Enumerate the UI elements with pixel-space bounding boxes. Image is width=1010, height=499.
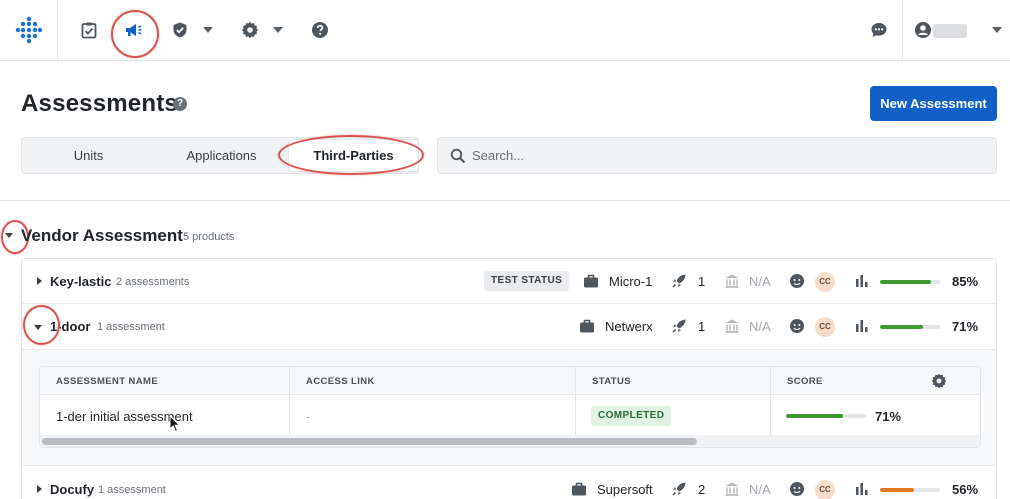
face-icon xyxy=(788,272,806,290)
help-icon[interactable]: ? xyxy=(173,97,187,111)
user-menu[interactable] xyxy=(902,0,1010,60)
megaphone-icon[interactable] xyxy=(122,18,146,42)
deployment-count: 1 xyxy=(698,274,706,289)
score-progress-bar xyxy=(880,488,940,492)
collapse-toggle-icon[interactable] xyxy=(5,233,13,238)
chevron-down-icon[interactable] xyxy=(203,27,213,33)
product-row[interactable]: Key-lastic 2 assessments TEST STATUS Mic… xyxy=(22,259,996,304)
status-badge: COMPLETED xyxy=(591,406,672,426)
tab-third-parties[interactable]: Third-Parties xyxy=(289,140,418,171)
horizontal-scrollbar[interactable] xyxy=(40,435,980,447)
score-progress-fill xyxy=(880,488,914,492)
column-header-name: ASSESSMENT NAME xyxy=(56,376,159,387)
rocket-icon xyxy=(670,480,688,498)
expand-toggle-icon[interactable] xyxy=(37,277,42,285)
access-link[interactable]: - xyxy=(306,409,310,424)
score-progress-fill xyxy=(880,325,923,329)
tab-units[interactable]: Units xyxy=(22,138,155,173)
product-name[interactable]: Key-lastic xyxy=(50,274,111,289)
column-header-score: SCORE xyxy=(787,376,823,387)
column-divider xyxy=(770,367,771,435)
bank-icon xyxy=(723,480,741,498)
table-header: ASSESSMENT NAME ACCESS LINK STATUS SCORE xyxy=(40,367,980,395)
rocket-icon xyxy=(670,272,688,290)
section-title: Vendor Assessment xyxy=(21,226,183,245)
checklist-icon[interactable] xyxy=(77,18,101,42)
product-label: Netwerx xyxy=(605,319,653,334)
column-divider xyxy=(575,367,576,435)
bar-chart-icon xyxy=(853,480,871,498)
score-percent: 85% xyxy=(952,274,979,289)
user-name-redacted xyxy=(933,24,967,38)
vendor-product-list: Key-lastic 2 assessments TEST STATUS Mic… xyxy=(21,258,997,499)
score-percent: 56% xyxy=(952,482,979,497)
chat-icon[interactable] xyxy=(867,18,891,42)
bank-icon xyxy=(723,317,741,335)
page-title: Assessments xyxy=(21,90,178,117)
top-navigation xyxy=(0,0,1010,61)
face-icon xyxy=(788,317,806,335)
avatar: CC xyxy=(815,272,835,292)
product-label: Supersoft xyxy=(597,482,653,497)
product-name[interactable]: 1-door xyxy=(50,319,90,334)
search-box xyxy=(437,137,997,174)
divider xyxy=(0,200,1010,201)
shield-check-icon[interactable] xyxy=(168,18,192,42)
new-assessment-button[interactable]: New Assessment xyxy=(870,86,997,121)
mouse-cursor-icon xyxy=(169,414,181,436)
search-icon xyxy=(450,148,466,167)
assessment-type-tabs: Units Applications Third-Parties xyxy=(21,137,419,174)
score-percent: 71% xyxy=(875,409,902,424)
gear-icon[interactable] xyxy=(238,18,262,42)
deployment-count: 1 xyxy=(698,319,706,334)
product-label: Micro-1 xyxy=(609,274,653,289)
not-applicable: N/A xyxy=(749,274,771,289)
scrollbar-thumb[interactable] xyxy=(42,438,697,445)
score-progress-fill xyxy=(880,280,931,284)
section-product-count: 5 products xyxy=(183,231,235,243)
product-row[interactable]: 1-door 1 assessment Netwerx 1 N/A CC 71% xyxy=(22,304,996,349)
score-progress-bar xyxy=(880,325,940,329)
avatar: CC xyxy=(815,480,835,499)
briefcase-icon xyxy=(582,272,600,290)
assessment-count: 1 assessment xyxy=(98,484,166,496)
briefcase-icon xyxy=(570,480,588,498)
gear-icon[interactable] xyxy=(931,373,947,392)
score-progress-bar xyxy=(880,280,940,284)
expand-toggle-icon[interactable] xyxy=(37,485,42,493)
status-badge: TEST STATUS xyxy=(484,271,570,291)
bar-chart-icon xyxy=(853,317,871,335)
column-header-access-link: ACCESS LINK xyxy=(306,376,375,387)
score-progress-fill xyxy=(786,414,843,418)
rocket-icon xyxy=(670,317,688,335)
help-icon[interactable] xyxy=(308,18,332,42)
assessment-count: 2 assessments xyxy=(116,276,190,288)
logo-icon[interactable] xyxy=(0,0,58,60)
score-progress-bar xyxy=(786,414,866,418)
deployment-count: 2 xyxy=(698,482,706,497)
chevron-down-icon[interactable] xyxy=(992,27,1002,33)
bank-icon xyxy=(723,272,741,290)
search-input[interactable] xyxy=(472,138,972,173)
face-icon xyxy=(788,480,806,498)
collapse-toggle-icon[interactable] xyxy=(34,325,42,330)
not-applicable: N/A xyxy=(749,482,771,497)
product-row[interactable]: Docufy 1 assessment Supersoft 2 N/A CC 5… xyxy=(22,467,996,499)
column-divider xyxy=(289,367,290,435)
chevron-down-icon[interactable] xyxy=(273,27,283,33)
column-header-status: STATUS xyxy=(592,376,631,387)
tab-applications[interactable]: Applications xyxy=(155,138,288,173)
product-name[interactable]: Docufy xyxy=(50,482,94,497)
assessment-count: 1 assessment xyxy=(97,321,165,333)
not-applicable: N/A xyxy=(749,319,771,334)
briefcase-icon xyxy=(578,317,596,335)
avatar: CC xyxy=(815,317,835,337)
bar-chart-icon xyxy=(853,272,871,290)
score-percent: 71% xyxy=(952,319,979,334)
user-icon xyxy=(911,18,935,42)
